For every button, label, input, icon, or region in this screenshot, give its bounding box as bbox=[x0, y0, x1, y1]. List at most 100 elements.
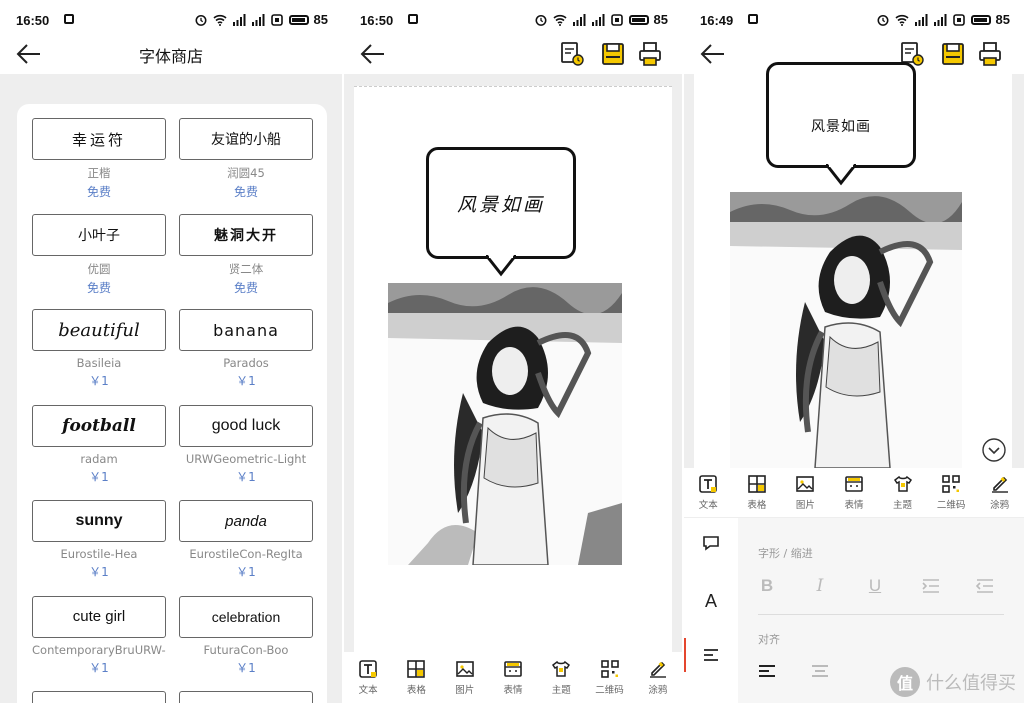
font-preview[interactable]: 友谊的小船 bbox=[179, 118, 313, 160]
collapse-chevron-icon[interactable] bbox=[982, 438, 1006, 462]
bold-button[interactable]: B bbox=[756, 575, 778, 597]
tool-label: 涂鸦 bbox=[990, 500, 1010, 511]
font-preview[interactable]: beautiful bbox=[32, 309, 166, 351]
tool-label: 表格 bbox=[406, 684, 426, 696]
signal-icon bbox=[232, 13, 246, 26]
tool-text[interactable]: 文本 bbox=[686, 474, 730, 511]
tool-qrcode[interactable]: 二维码 bbox=[588, 659, 632, 696]
qrcode-icon bbox=[942, 475, 960, 493]
text-settings-screen: 16:49 85 风景如画 文本 表格 图片 表情 主题 二维码 涂鸦 A 字形… bbox=[684, 0, 1024, 703]
font-preview[interactable]: cute girl bbox=[32, 595, 166, 638]
status-time: 16:49 bbox=[700, 13, 734, 28]
font-item[interactable]: beautiful Basileia ￥1 bbox=[32, 309, 166, 389]
font-item[interactable]: football radam ￥1 bbox=[32, 404, 166, 485]
save-icon[interactable] bbox=[941, 41, 965, 67]
nfc-icon bbox=[610, 13, 623, 26]
label-canvas[interactable]: 风景如画 bbox=[354, 86, 672, 652]
alarm-icon bbox=[195, 14, 207, 26]
battery-icon bbox=[288, 14, 309, 25]
label-canvas[interactable]: 风景如画 bbox=[694, 62, 1012, 468]
font-preview[interactable]: panda bbox=[179, 500, 313, 542]
font-item[interactable]: banana Parados ￥1 bbox=[179, 309, 313, 389]
indent-increase-icon[interactable] bbox=[920, 575, 942, 597]
watermark-text: 什么值得买 bbox=[926, 673, 1016, 694]
font-item[interactable]: celebration FuturaCon-Boo ￥1 bbox=[179, 595, 313, 676]
tool-image[interactable]: 图片 bbox=[443, 659, 487, 696]
font-preview-partial[interactable] bbox=[179, 691, 313, 703]
tool-image[interactable]: 图片 bbox=[783, 474, 827, 511]
signal-icon bbox=[933, 13, 947, 26]
doodle-icon bbox=[991, 476, 1008, 493]
theme-icon bbox=[893, 475, 912, 492]
back-arrow-icon[interactable] bbox=[700, 42, 726, 66]
speech-bubble[interactable]: 风景如画 bbox=[426, 147, 576, 259]
italic-button[interactable]: I bbox=[809, 575, 831, 597]
tab-font[interactable]: A bbox=[684, 576, 738, 626]
girl-photo[interactable] bbox=[388, 283, 622, 565]
font-preview[interactable]: 小叶子 bbox=[32, 213, 166, 256]
tool-qrcode[interactable]: 二维码 bbox=[929, 474, 973, 511]
align-left-button[interactable] bbox=[756, 660, 778, 682]
font-preview[interactable]: good luck bbox=[179, 404, 313, 447]
align-center-button[interactable] bbox=[809, 660, 831, 682]
speech-bubble[interactable]: 风景如画 bbox=[766, 62, 916, 168]
underline-button[interactable]: U bbox=[864, 575, 886, 597]
font-name: 润圆45 bbox=[227, 166, 265, 180]
notification-icon bbox=[408, 14, 418, 24]
font-item[interactable]: good luck URWGeometric-Light ￥1 bbox=[179, 404, 313, 485]
font-preview[interactable]: banana bbox=[179, 309, 313, 351]
tool-doodle[interactable]: 涂鸦 bbox=[978, 474, 1022, 511]
tool-text[interactable]: 文本 bbox=[346, 659, 390, 696]
theme-icon bbox=[552, 660, 571, 677]
font-preview[interactable]: 幸运符 bbox=[32, 118, 166, 160]
font-item[interactable]: 友谊的小船润圆45 免费 bbox=[179, 118, 313, 200]
tool-emoji[interactable]: 表情 bbox=[491, 659, 535, 696]
editor-toolbar: 文本 表格 图片 表情 主题 二维码 涂鸦 bbox=[684, 468, 1024, 518]
tool-table[interactable]: 表格 bbox=[394, 659, 438, 696]
font-preview[interactable]: sunny bbox=[32, 500, 166, 542]
tool-label: 二维码 bbox=[595, 684, 624, 696]
print-icon[interactable] bbox=[978, 41, 1002, 67]
tool-label: 图片 bbox=[795, 500, 815, 511]
font-preview[interactable]: 魅洞大开 bbox=[179, 213, 313, 256]
tab-paragraph[interactable] bbox=[684, 630, 738, 680]
page-title: 字体商店 bbox=[138, 47, 203, 66]
girl-photo[interactable] bbox=[730, 192, 962, 468]
notification-icon bbox=[748, 14, 758, 24]
tool-theme[interactable]: 主题 bbox=[881, 474, 925, 511]
font-item[interactable]: panda EurostileCon-RegIta ￥1 bbox=[179, 500, 313, 580]
indent-decrease-icon[interactable] bbox=[974, 575, 996, 597]
tool-theme[interactable]: 主题 bbox=[539, 659, 583, 696]
align-left-icon bbox=[704, 649, 718, 661]
history-doc-icon[interactable] bbox=[560, 41, 584, 67]
battery-level: 85 bbox=[653, 12, 668, 27]
font-item[interactable]: 魅洞大开 贤二体 免费 bbox=[179, 213, 313, 296]
table-icon bbox=[407, 659, 426, 678]
text-icon bbox=[699, 475, 718, 493]
tool-emoji[interactable]: 表情 bbox=[832, 474, 876, 511]
font-preview[interactable]: celebration bbox=[179, 595, 313, 638]
battery-icon bbox=[970, 14, 991, 25]
tab-bubble[interactable] bbox=[684, 518, 738, 568]
font-item[interactable]: sunny Eurostile-Hea ￥1 bbox=[32, 500, 166, 580]
back-arrow-icon[interactable] bbox=[360, 42, 386, 66]
save-icon[interactable] bbox=[601, 41, 625, 67]
font-name: Basileia bbox=[76, 356, 122, 370]
tool-doodle[interactable]: 涂鸦 bbox=[636, 659, 680, 696]
watermark: 值 什么值得买 bbox=[890, 667, 1016, 697]
font-item[interactable]: cute girl ContemporaryBruURW-... ￥1 bbox=[32, 595, 166, 676]
font-preview-partial[interactable] bbox=[32, 691, 166, 703]
nfc-icon bbox=[270, 13, 283, 26]
tool-label: 图片 bbox=[455, 684, 475, 696]
font-item[interactable]: 小叶子 优圆 免费 bbox=[32, 213, 166, 296]
image-icon bbox=[455, 660, 474, 677]
font-item[interactable]: 幸运符 正楷 免费 bbox=[32, 118, 166, 200]
font-name: EurostileCon-RegIta bbox=[189, 547, 303, 561]
print-icon[interactable] bbox=[638, 41, 662, 67]
font-price: ￥1 bbox=[89, 374, 109, 388]
table-icon bbox=[748, 475, 766, 493]
font-price: ￥1 bbox=[236, 469, 256, 484]
tool-table[interactable]: 表格 bbox=[735, 474, 779, 511]
font-preview[interactable]: football bbox=[32, 404, 166, 447]
font-price: 免费 bbox=[233, 185, 258, 199]
